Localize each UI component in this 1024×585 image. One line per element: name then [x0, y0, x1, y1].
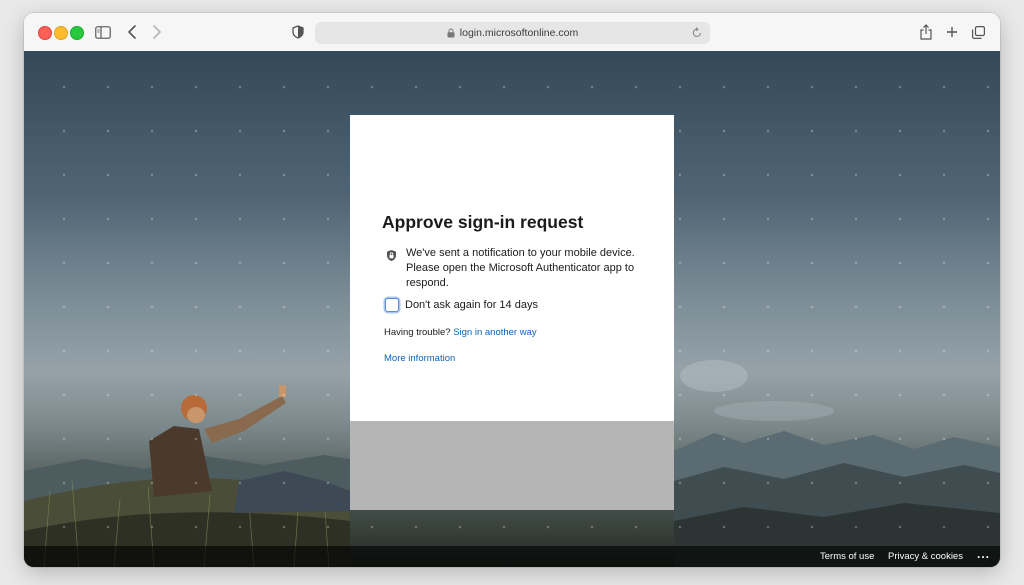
- page-footer: Terms of use Privacy & cookies ...: [24, 546, 1000, 567]
- card-loading-area: [350, 421, 674, 510]
- dont-ask-again-label[interactable]: Don't ask again for 14 days: [405, 299, 538, 311]
- minimize-window-button[interactable]: [54, 26, 68, 40]
- privacy-cookies-link[interactable]: Privacy & cookies: [888, 551, 963, 562]
- sidebar-icon[interactable]: [94, 22, 112, 42]
- forward-icon[interactable]: [150, 22, 164, 42]
- browser-toolbar: login.microsoftonline.com: [24, 13, 1000, 52]
- address-bar[interactable]: login.microsoftonline.com: [315, 22, 710, 44]
- share-icon[interactable]: [918, 22, 934, 42]
- notification-message: We've sent a notification to your mobile…: [406, 247, 635, 289]
- terms-of-use-link[interactable]: Terms of use: [820, 551, 874, 562]
- lock-icon: [447, 28, 455, 38]
- back-icon[interactable]: [125, 22, 139, 42]
- dont-ask-again-checkbox[interactable]: [385, 298, 399, 312]
- browser-window: login.microsoftonline.com Approve sign-i…: [24, 13, 1000, 567]
- card-title: Approve sign-in request: [382, 212, 584, 232]
- having-trouble-text: Having trouble? Sign in another way: [384, 327, 537, 338]
- tabs-icon[interactable]: [970, 22, 986, 42]
- more-options-button[interactable]: ...: [977, 547, 990, 561]
- having-trouble-label: Having trouble?: [384, 327, 451, 338]
- shield-icon[interactable]: [290, 22, 306, 42]
- plus-icon[interactable]: [944, 22, 960, 42]
- sign-in-another-way-link[interactable]: Sign in another way: [453, 327, 536, 338]
- sign-in-card: Approve sign-in request We've sent a not…: [350, 115, 674, 421]
- zoom-window-button[interactable]: [70, 26, 84, 40]
- more-information-link[interactable]: More information: [384, 353, 455, 364]
- authenticator-lock-icon: [386, 249, 397, 262]
- close-window-button[interactable]: [38, 26, 52, 40]
- reload-icon[interactable]: [692, 27, 702, 38]
- page-content: Approve sign-in request We've sent a not…: [24, 51, 1000, 567]
- url-text: login.microsoftonline.com: [459, 27, 579, 39]
